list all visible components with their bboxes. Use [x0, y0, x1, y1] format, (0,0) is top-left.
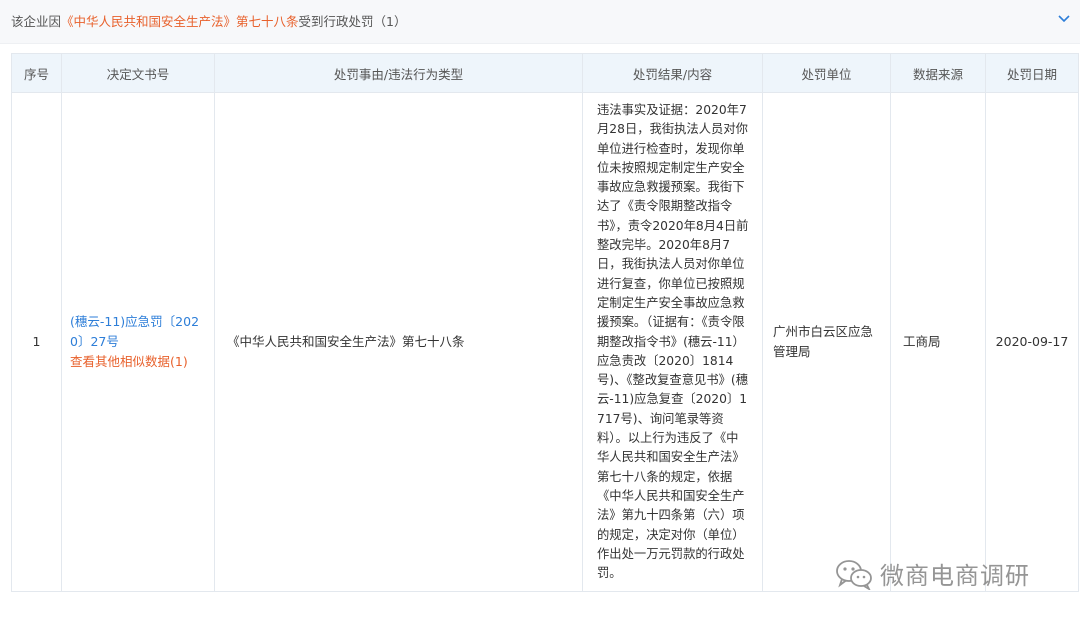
- similar-data-link[interactable]: 查看其他相似数据(1): [70, 352, 206, 372]
- title-suffix: 受到行政处罚: [299, 14, 374, 29]
- title-count: （1）: [374, 14, 407, 29]
- cell-source: 工商局: [891, 93, 986, 592]
- table-row: 1 (穗云-11)应急罚〔2020〕27号 查看其他相似数据(1) 《中华人民共…: [12, 93, 1079, 592]
- cell-seq: 1: [12, 93, 62, 592]
- section-title: 该企业因《中华人民共和国安全生产法》第七十八条受到行政处罚（1）: [11, 14, 407, 30]
- table-header-row: 序号 决定文书号 处罚事由/违法行为类型 处罚结果/内容 处罚单位 数据来源 处…: [12, 54, 1079, 93]
- cell-doc-no: (穗云-11)应急罚〔2020〕27号 查看其他相似数据(1): [62, 93, 215, 592]
- penalty-content-text: 违法事实及证据：2020年7月28日，我街执法人员对你单位进行检查时，发现你单位…: [597, 101, 749, 583]
- cell-date: 2020-09-17: [986, 93, 1079, 592]
- watermark: 微商电商调研: [834, 556, 1030, 591]
- title-law-link[interactable]: 《中华人民共和国安全生产法》第七十八条: [61, 14, 299, 29]
- cell-reason: 《中华人民共和国安全生产法》第七十八条: [215, 93, 583, 592]
- col-header-unit: 处罚单位: [763, 54, 891, 93]
- penalty-table: 序号 决定文书号 处罚事由/违法行为类型 处罚结果/内容 处罚单位 数据来源 处…: [11, 53, 1079, 592]
- col-header-reason: 处罚事由/违法行为类型: [215, 54, 583, 93]
- wechat-icon: [834, 558, 874, 590]
- watermark-text: 微商电商调研: [880, 556, 1030, 591]
- title-prefix: 该企业因: [11, 14, 61, 29]
- cell-content: 违法事实及证据：2020年7月28日，我街执法人员对你单位进行检查时，发现你单位…: [583, 93, 763, 592]
- col-header-doc-no: 决定文书号: [62, 54, 215, 93]
- col-header-content: 处罚结果/内容: [583, 54, 763, 93]
- chevron-down-icon[interactable]: [1056, 10, 1072, 26]
- penalty-section-header[interactable]: 该企业因《中华人民共和国安全生产法》第七十八条受到行政处罚（1）: [0, 0, 1080, 44]
- col-header-date: 处罚日期: [986, 54, 1079, 93]
- col-header-source: 数据来源: [891, 54, 986, 93]
- cell-unit: 广州市白云区应急管理局: [763, 93, 891, 592]
- doc-no-link[interactable]: (穗云-11)应急罚〔2020〕27号: [70, 312, 204, 352]
- col-header-seq: 序号: [12, 54, 62, 93]
